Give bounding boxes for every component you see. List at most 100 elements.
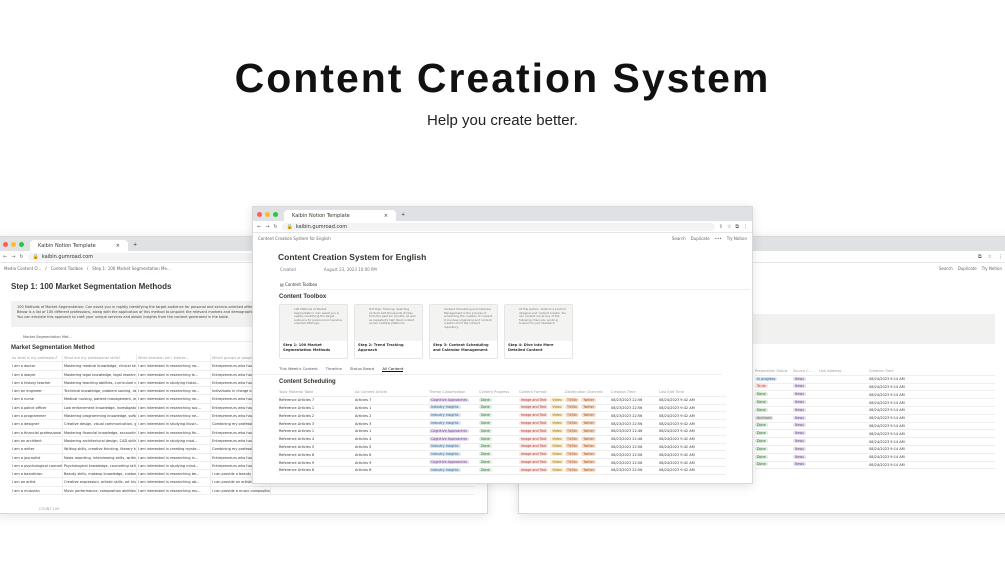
minimize-dot[interactable]	[265, 211, 270, 217]
forward-icon[interactable]: →	[265, 224, 269, 230]
table-row[interactable]: Done News 08/24/2023 9:14 AM	[755, 391, 995, 400]
material-cell[interactable]: Reference Articles 7	[279, 398, 355, 402]
table-row[interactable]: Done News 08/24/2023 9:14 AM	[755, 399, 995, 407]
material-cell[interactable]: Reference Articles 4	[279, 437, 355, 441]
close-tab-icon[interactable]: ×	[116, 243, 120, 249]
view-tab[interactable]: Timeline	[326, 366, 342, 372]
article-cell[interactable]: Articles 5	[355, 445, 429, 449]
view-tab[interactable]: Status Board	[350, 366, 374, 372]
star-icon[interactable]: ☆	[727, 224, 731, 230]
browser-tab[interactable]: Kaibin Notion Template ×	[284, 210, 396, 221]
breadcrumb-item[interactable]: Media Content O...	[4, 266, 41, 271]
article-cell[interactable]: Articles 6	[355, 453, 429, 457]
breadcrumb-item[interactable]: Content Toolbox	[51, 266, 83, 271]
breadcrumb-item[interactable]: Step 1: 100 Market Segmentation Me...	[92, 266, 171, 271]
table-row[interactable]: Done News 08/24/2023 9:14 AM	[755, 446, 995, 454]
article-cell[interactable]: Articles 1	[355, 429, 429, 433]
column-header[interactable]: Theme Classification	[429, 390, 479, 394]
column-header[interactable]: What are my professional skills?	[63, 354, 137, 362]
new-tab-button[interactable]: +	[401, 210, 405, 221]
column-header[interactable]: Link Address	[819, 369, 849, 373]
extensions-icon[interactable]: ⧉	[978, 254, 982, 260]
column-header[interactable]: Content Format	[519, 390, 565, 394]
article-cell[interactable]: Articles 2	[355, 414, 429, 418]
table-row[interactable]: In progress News 08/24/2023 9:14 AM	[755, 376, 995, 384]
back-icon[interactable]: ←	[257, 224, 261, 230]
table-row[interactable]: Done News 08/24/2023 9:14 AM	[755, 423, 995, 431]
material-cell[interactable]: Reference Articles 5	[279, 445, 355, 449]
breadcrumb[interactable]: Content Creation System for English	[258, 236, 331, 241]
duplicate-button[interactable]: Duplicate	[691, 236, 710, 241]
gallery-card[interactable]: At this section, write to a product desi…	[504, 304, 573, 359]
material-cell[interactable]: Reference Articles 1	[279, 429, 355, 433]
duplicate-button[interactable]: Duplicate	[958, 266, 977, 271]
view-tab[interactable]: All Content	[382, 366, 404, 372]
article-cell[interactable]: Articles 1	[355, 406, 429, 410]
table-row[interactable]: Done News 08/24/2023 9:14 AM	[755, 407, 995, 415]
more-icon[interactable]: •••	[715, 236, 722, 241]
browser-tab[interactable]: Kaibin Notion Template ×	[30, 240, 128, 251]
table-row[interactable]: Reference Articles 2 Articles 2 Industry I…	[279, 412, 726, 421]
reload-icon[interactable]: ↻	[273, 224, 277, 230]
material-cell[interactable]: Reference Articles 1	[279, 406, 355, 410]
search-button[interactable]: Search	[672, 236, 686, 241]
forward-icon[interactable]: →	[11, 254, 15, 260]
material-cell[interactable]: Reference Articles 3	[279, 422, 355, 426]
table-row[interactable]: Reference Articles 3 Articles 3 Industry I…	[279, 420, 726, 428]
close-dot[interactable]	[3, 241, 8, 247]
try-notion-button[interactable]: Try Notion	[982, 266, 1002, 271]
table-row[interactable]: Reference Articles 8 Articles 8 Industry I…	[279, 467, 726, 475]
material-cell[interactable]: Reference Articles 8	[279, 468, 355, 472]
maximize-dot[interactable]	[273, 211, 278, 217]
column-header[interactable]: Preparation Status	[755, 369, 793, 373]
try-notion-button[interactable]: Try Notion	[727, 236, 747, 241]
article-cell[interactable]: Articles 4	[355, 437, 429, 441]
material-cell[interactable]: Reference Articles 9	[279, 461, 355, 465]
article-cell[interactable]: Articles 9	[355, 461, 429, 465]
back-icon[interactable]: ←	[3, 254, 7, 260]
table-row[interactable]: Reference Articles 1 Articles 1 Cognitive …	[279, 428, 726, 436]
url-field[interactable]: 🔒 kaibin.gumroad.com	[281, 222, 715, 231]
gallery-card[interactable]: 100 Methods of Market Segmentation: Can …	[279, 304, 348, 359]
table-row[interactable]: Archived News 08/24/2023 9:14 AM	[755, 415, 995, 423]
material-cell[interactable]: Reference Articles 2	[279, 414, 355, 418]
article-cell[interactable]: Articles 3	[355, 422, 429, 426]
column-header[interactable]: Creation Time	[869, 369, 929, 373]
table-row[interactable]: Reference Articles 5 Articles 5 Industry I…	[279, 444, 726, 452]
column-header[interactable]: Last Edit Time	[659, 390, 709, 394]
table-row[interactable]: Done News 08/24/2023 9:14 AM	[755, 462, 995, 470]
gallery-card[interactable]: Hot Topic Tracking: Selecting content wi…	[354, 304, 423, 359]
minimize-dot[interactable]	[11, 241, 16, 247]
maximize-dot[interactable]	[19, 241, 24, 247]
star-icon[interactable]: ☆	[988, 254, 992, 260]
menu-icon[interactable]: ⋮	[743, 224, 748, 230]
column-header[interactable]: As what is my profession?	[11, 354, 63, 362]
reload-icon[interactable]: ↻	[19, 254, 23, 260]
column-header[interactable]: Creation Time	[611, 390, 659, 394]
column-header[interactable]: Content Progress	[479, 390, 519, 394]
table-row[interactable]: Reference Articles 9 Articles 9 Cognitive …	[279, 459, 726, 467]
search-button[interactable]: Search	[939, 266, 953, 271]
new-tab-button[interactable]: +	[133, 240, 137, 251]
view-tab[interactable]: This Week's Content	[279, 366, 318, 372]
table-row[interactable]: Reference Articles 7 Articles 7 Cognitive …	[279, 397, 726, 405]
extensions-icon[interactable]: ⧉	[735, 224, 739, 230]
table-row[interactable]: Reference Articles 6 Articles 6 Industry I…	[279, 451, 726, 460]
table-row[interactable]: Reference Articles 1 Articles 1 Industry I…	[279, 405, 726, 413]
table-row[interactable]: Done News 08/24/2023 9:14 AM	[755, 438, 995, 446]
table-row[interactable]: I am a musician Music performance, compos…	[11, 486, 475, 496]
article-cell[interactable]: Articles 8	[355, 468, 429, 472]
table-row[interactable]: Done News 08/24/2023 9:14 AM	[755, 454, 995, 462]
column-header[interactable]: Distribution Channels	[565, 390, 611, 394]
gallery-card[interactable]: Content Scheduling and Calendar Manageme…	[429, 304, 498, 359]
table-row[interactable]: Reference Articles 4 Articles 4 Cognitive …	[279, 436, 726, 444]
table-row[interactable]: Done News 08/24/2023 9:14 AM	[755, 430, 995, 439]
column-header[interactable]: Source C...	[793, 369, 819, 373]
share-icon[interactable]: ⇪	[719, 224, 723, 230]
column-header[interactable]: Aa Content Article	[355, 390, 429, 394]
menu-icon[interactable]: ⋮	[998, 254, 1003, 260]
close-tab-icon[interactable]: ×	[384, 213, 388, 219]
column-header[interactable]: Topic Material Table	[279, 390, 355, 394]
material-cell[interactable]: Reference Articles 6	[279, 453, 355, 457]
column-header[interactable]: What direction am I interes...	[137, 354, 211, 362]
